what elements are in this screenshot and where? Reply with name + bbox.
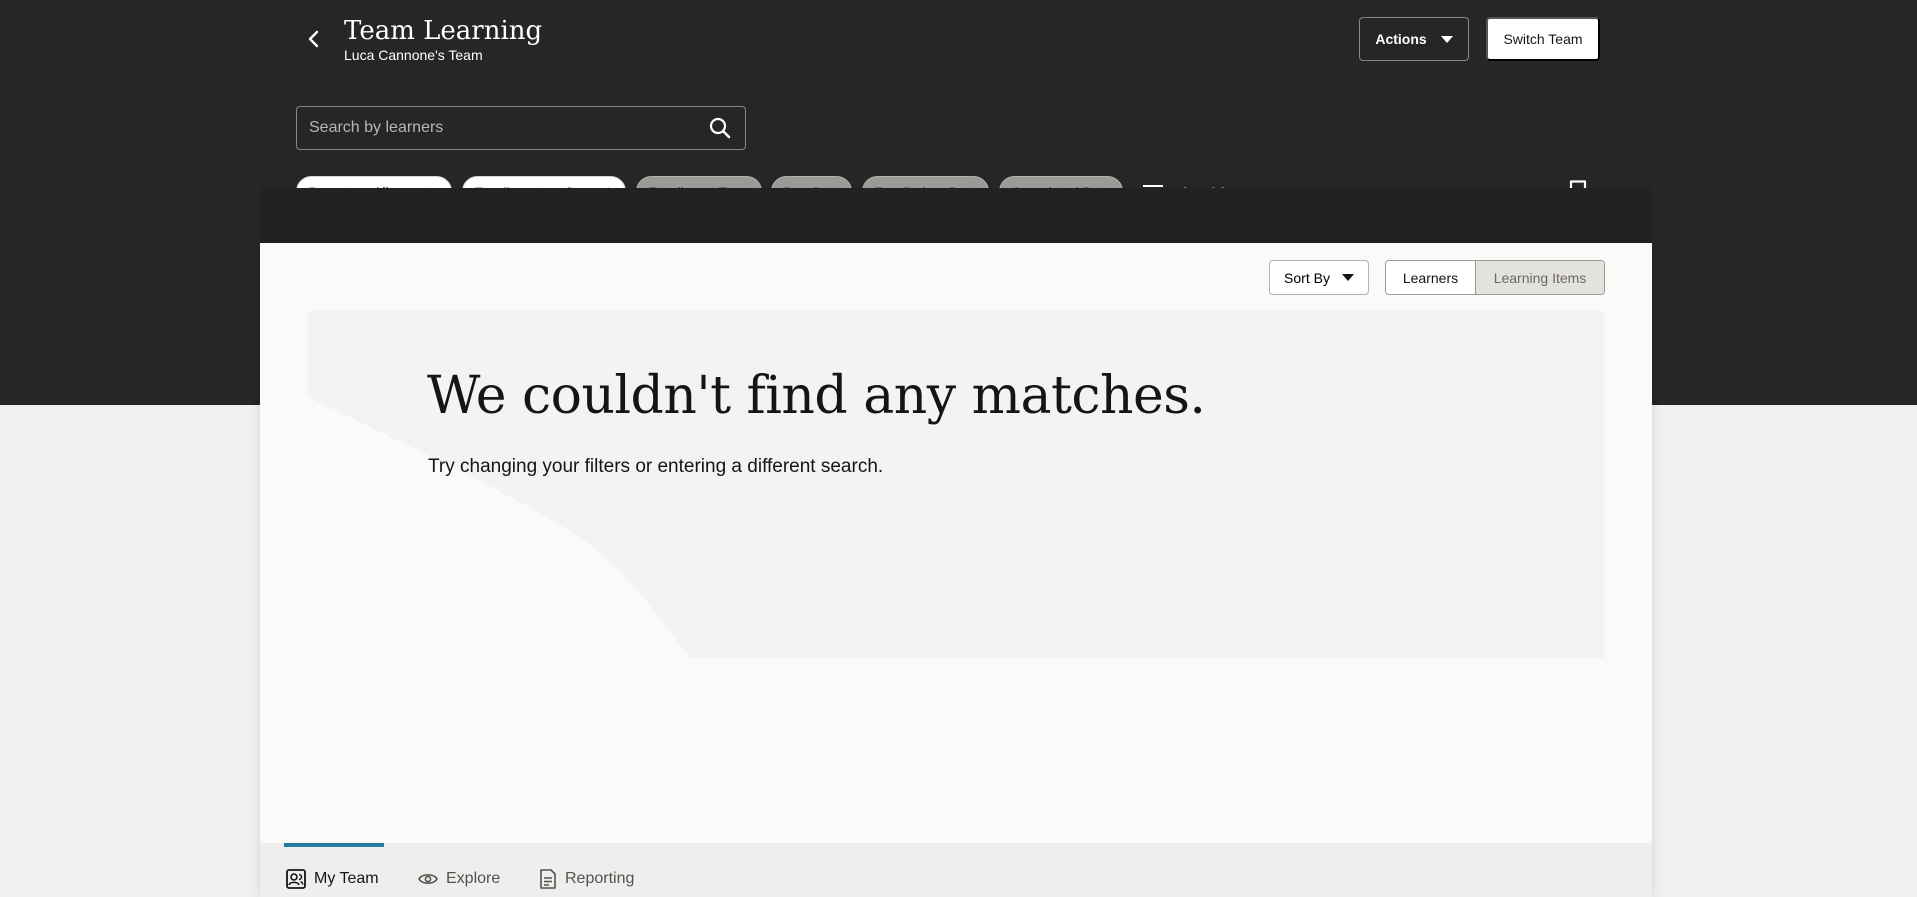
search-box [296,106,746,150]
page-title: Team Learning [344,16,543,46]
nav-item-label: My Team [314,870,379,887]
view-toggle: Learners Learning Items [1385,260,1605,295]
back-button[interactable] [300,24,328,54]
switch-team-button[interactable]: Switch Team [1486,17,1600,61]
search-input[interactable] [309,119,709,137]
empty-state-title: We couldn't find any matches. [427,366,1206,426]
team-icon [286,869,306,889]
actions-button[interactable]: Actions [1359,17,1469,61]
caret-down-icon [1341,274,1354,281]
empty-state-card [308,311,1604,658]
eye-icon [418,874,438,884]
chevron-left-icon [308,30,319,48]
sort-by-label: Sort By [1284,269,1330,286]
nav-item-reporting[interactable]: Reporting [539,866,634,892]
report-icon [540,869,556,889]
nav-item-label: Explore [446,870,501,887]
panel-header-shade [260,188,1652,243]
nav-item-label: Reporting [565,870,635,887]
page-subtitle: Luca Cannone's Team [344,47,483,63]
sort-by-button[interactable]: Sort By [1269,260,1369,295]
view-option-learners[interactable]: Learners [1386,261,1476,294]
decorative-swoosh [308,311,1604,658]
nav-item-my-team[interactable]: My Team [286,866,379,892]
nav-item-explore[interactable]: Explore [418,866,500,892]
actions-label: Actions [1375,31,1427,47]
view-option-learning-items[interactable]: Learning Items [1476,261,1604,294]
caret-down-icon [1440,35,1453,43]
nav-active-indicator [284,843,384,847]
empty-state-message: Try changing your filters or entering a … [428,456,884,477]
search-icon[interactable] [709,117,731,139]
